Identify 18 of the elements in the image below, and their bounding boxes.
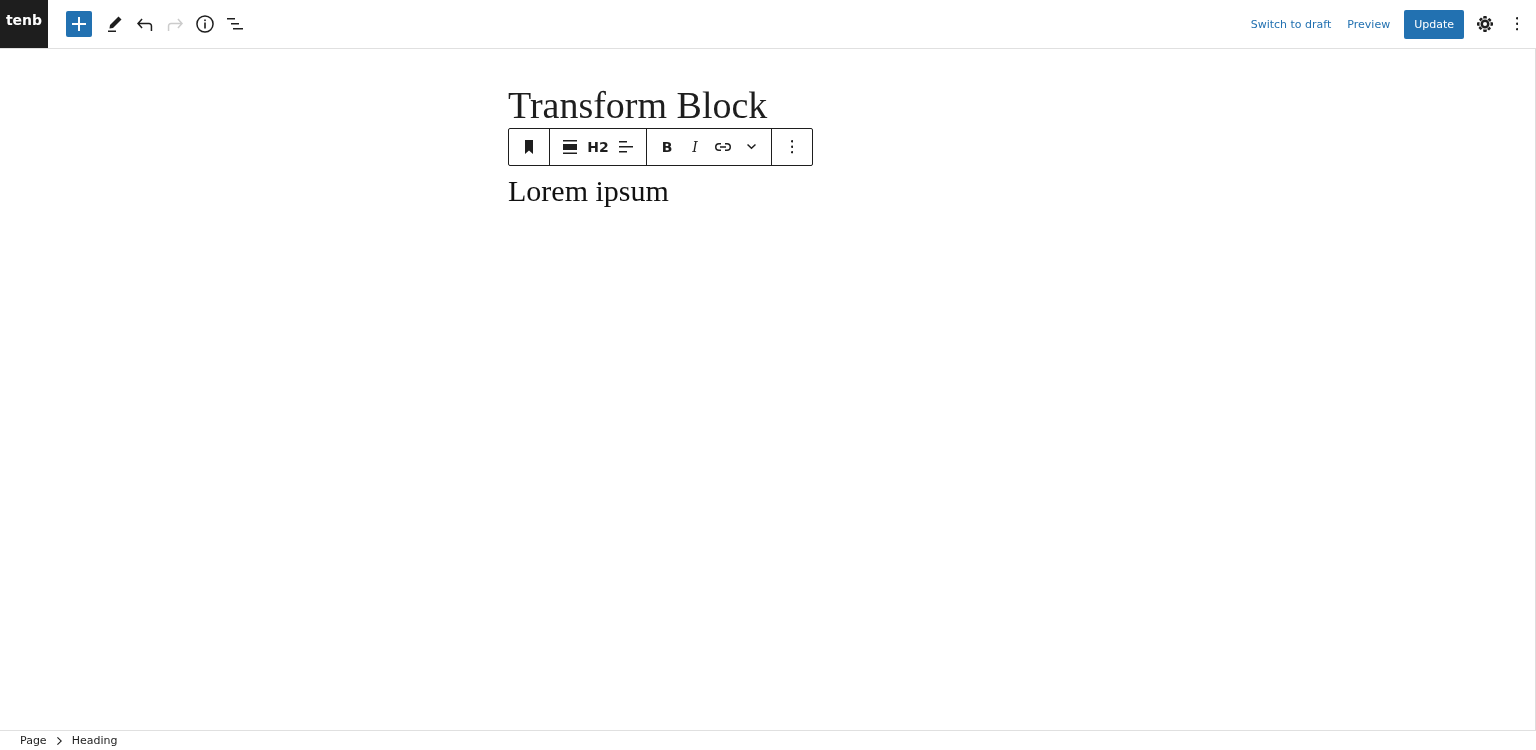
update-button[interactable]: Update — [1404, 9, 1464, 39]
breadcrumb-link[interactable]: Page — [20, 734, 47, 747]
info-icon — [193, 12, 217, 36]
chevron-right-icon — [56, 736, 62, 745]
plus-button[interactable] — [66, 11, 92, 37]
site-logo[interactable]: tenb — [0, 0, 48, 48]
chevron-down-icon — [746, 144, 756, 150]
breadcrumb-link[interactable]: Heading — [71, 734, 118, 747]
heading-block[interactable]: Lorem ipsum — [508, 173, 669, 209]
more-icon — [1515, 17, 1519, 31]
italic-button[interactable]: I — [681, 129, 709, 165]
header-link[interactable]: Preview — [1339, 11, 1399, 37]
page-title[interactable]: Transform Block — [508, 85, 768, 125]
logo-text: tenb — [5, 12, 43, 28]
bold-button[interactable]: B — [653, 129, 681, 165]
header-link[interactable]: Switch to draft — [1242, 11, 1340, 37]
heading-level-button[interactable]: H2 — [584, 129, 612, 165]
more-icon — [790, 140, 794, 154]
